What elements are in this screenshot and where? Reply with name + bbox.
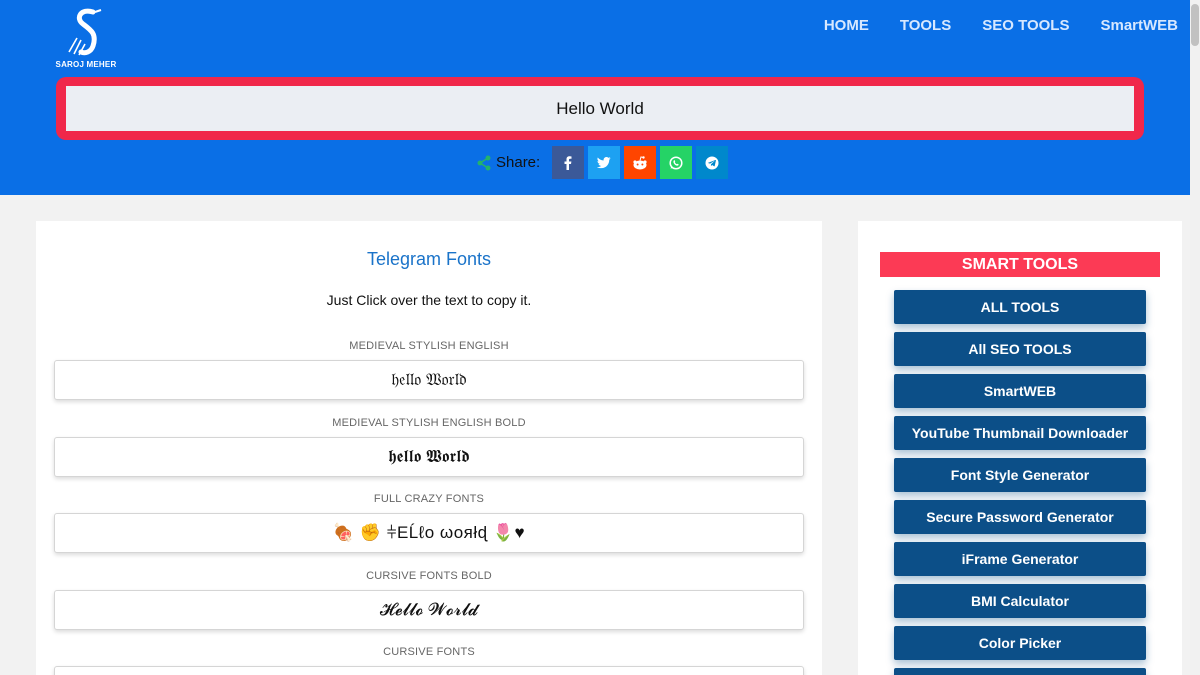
sidebar-item-youtube-thumbnail-downloader[interactable]: YouTube Thumbnail Downloader <box>894 416 1146 450</box>
font-label: CURSIVE FONTS BOLD <box>366 570 492 582</box>
page-title: Telegram Fonts <box>366 249 492 269</box>
telegram-share-button[interactable] <box>696 146 729 179</box>
font-preview-box[interactable]: 𝖍𝖊𝖑𝖑𝖔 𝖂𝖔𝖗𝖑𝖉 <box>54 437 804 477</box>
sidebar-item-iframe-generator[interactable]: iFrame Generator <box>894 542 1146 576</box>
site-header: SAROJ MEHER HOME TOOLS SEO TOOLS SmartWE… <box>0 0 1190 195</box>
font-item-cursive-bold: CURSIVE FONTS BOLD 𝓗𝓮𝓵𝓵𝓸 𝓦𝓸𝓻𝓵𝓭 <box>54 570 804 630</box>
sidebar-item-bmi-calculator[interactable]: BMI Calculator <box>894 584 1146 618</box>
reddit-share-button[interactable] <box>624 146 657 179</box>
nav-tools[interactable]: TOOLS <box>900 17 951 34</box>
facebook-icon <box>564 155 572 170</box>
font-label: MEDIEVAL STYLISH ENGLISH BOLD <box>332 417 526 429</box>
sidebar-item-smartweb[interactable]: SmartWEB <box>894 374 1146 408</box>
font-item-cursive: CURSIVE FONTS <box>54 646 804 675</box>
page-subtitle: Just Click over the text to copy it. <box>326 292 532 308</box>
font-preview-box[interactable]: 🍖 ✊ ⫩ΕĹℓo ωoяłɖ 🌷♥ <box>54 513 804 553</box>
font-item-medieval-bold: MEDIEVAL STYLISH ENGLISH BOLD 𝖍𝖊𝖑𝖑𝖔 𝖂𝖔𝖗𝖑… <box>54 417 804 477</box>
smart-tools-sidebar: SMART TOOLS ALL TOOLS All SEO TOOLS Smar… <box>858 221 1182 675</box>
logo-text: SAROJ MEHER <box>55 60 117 69</box>
sidebar-item-all-seo-tools[interactable]: All SEO TOOLS <box>894 332 1146 366</box>
font-label: CURSIVE FONTS <box>383 646 475 658</box>
text-input[interactable] <box>66 86 1134 131</box>
reddit-icon <box>633 155 647 169</box>
fonts-card: Telegram Fonts Just Click over the text … <box>36 221 822 675</box>
sidebar-item-font-style-generator[interactable]: Font Style Generator <box>894 458 1146 492</box>
main-nav: HOME TOOLS SEO TOOLS SmartWEB <box>793 17 1178 34</box>
text-input-wrapper <box>56 77 1144 140</box>
font-preview-box[interactable] <box>54 666 804 675</box>
site-logo[interactable]: SAROJ MEHER <box>55 8 117 74</box>
twitter-icon <box>597 156 611 168</box>
page-scrollbar[interactable] <box>1190 0 1200 675</box>
whatsapp-share-button[interactable] <box>660 146 693 179</box>
whatsapp-icon <box>669 155 683 170</box>
swan-logo-icon <box>68 8 102 56</box>
nav-smartweb[interactable]: SmartWEB <box>1100 17 1178 34</box>
font-item-medieval: MEDIEVAL STYLISH ENGLISH 𝔥𝔢𝔩𝔩𝔬 𝔚𝔬𝔯𝔩𝔡 <box>54 340 804 400</box>
nav-home[interactable]: HOME <box>824 17 869 34</box>
twitter-share-button[interactable] <box>588 146 621 179</box>
sidebar-item-secure-password-generator[interactable]: Secure Password Generator <box>894 500 1146 534</box>
telegram-icon <box>705 156 719 169</box>
facebook-share-button[interactable] <box>552 146 585 179</box>
font-item-crazy: FULL CRAZY FONTS 🍖 ✊ ⫩ΕĹℓo ωoяłɖ 🌷♥ <box>54 493 804 553</box>
sidebar-item-color-picker[interactable]: Color Picker <box>894 626 1146 660</box>
share-label: Share: <box>496 154 541 171</box>
nav-seo-tools[interactable]: SEO TOOLS <box>982 17 1069 34</box>
share-bar: Share: <box>476 146 732 179</box>
font-preview-box[interactable]: 𝓗𝓮𝓵𝓵𝓸 𝓦𝓸𝓻𝓵𝓭 <box>54 590 804 630</box>
font-label: MEDIEVAL STYLISH ENGLISH <box>349 340 509 352</box>
sidebar-title: SMART TOOLS <box>880 252 1160 277</box>
scrollbar-thumb[interactable] <box>1191 4 1199 46</box>
font-label: FULL CRAZY FONTS <box>373 493 485 505</box>
font-preview-box[interactable]: 𝔥𝔢𝔩𝔩𝔬 𝔚𝔬𝔯𝔩𝔡 <box>54 360 804 400</box>
share-icon <box>477 155 491 170</box>
sidebar-item-all-tools[interactable]: ALL TOOLS <box>894 290 1146 324</box>
sidebar-item-next[interactable] <box>894 668 1146 675</box>
